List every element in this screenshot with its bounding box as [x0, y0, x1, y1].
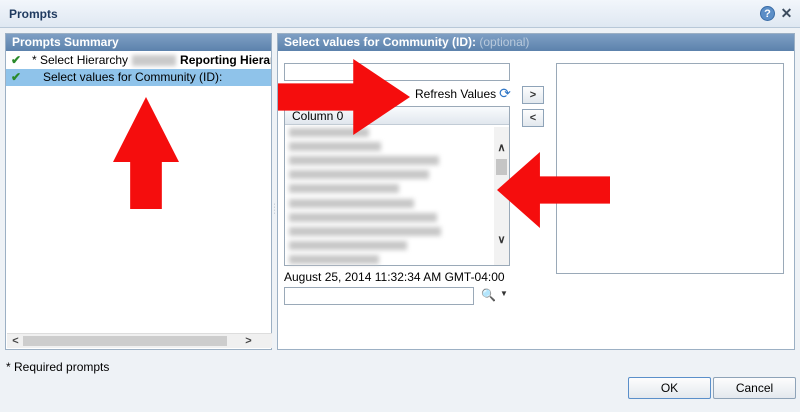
list-item[interactable] — [289, 168, 477, 182]
list-item[interactable] — [289, 210, 477, 224]
title-bar: Prompts ? ✕ — [0, 0, 800, 28]
selected-values-list[interactable] — [556, 63, 784, 274]
list-item[interactable] — [289, 196, 477, 210]
chevron-down-icon[interactable]: ▼ — [500, 289, 508, 298]
prompts-summary-header: Prompts Summary — [6, 34, 271, 51]
add-value-button[interactable]: > — [522, 86, 544, 104]
select-values-header: Select values for Community (ID): (optio… — [278, 34, 794, 51]
window-title: Prompts — [9, 7, 58, 21]
refresh-icon[interactable]: ⟳ — [499, 85, 511, 102]
scrollbar-thumb[interactable] — [496, 159, 507, 175]
ok-button[interactable]: OK — [628, 377, 711, 399]
dialog-body: Prompts Summary ✔ * Select Hierarchy Repo… — [0, 28, 800, 412]
list-item[interactable] — [289, 182, 477, 196]
check-icon: ✔ — [11, 70, 22, 84]
prompt-item-text: * Select Hierarchy Reporting Hierarchy — [32, 52, 271, 69]
prompt-item-hierarchy[interactable]: ✔ * Select Hierarchy Reporting Hierarchy — [6, 52, 271, 69]
select-values-title: Select values for Community (ID): — [284, 35, 477, 49]
list-item[interactable] — [289, 125, 477, 139]
scrollbar-thumb[interactable] — [23, 336, 227, 346]
check-icon: ✔ — [11, 53, 22, 67]
binoculars-icon[interactable]: 🔍 — [481, 288, 496, 302]
refresh-timestamp: August 25, 2014 11:32:34 AM GMT-04:00 — [284, 270, 505, 284]
refresh-values-label: Refresh Values — [415, 87, 497, 101]
search-input[interactable] — [284, 287, 474, 305]
prompt-item-community[interactable]: ✔ Select values for Community (ID): — [6, 69, 271, 86]
prompt-item-label: * Select Hierarchy — [32, 53, 129, 67]
close-icon[interactable]: ✕ — [779, 6, 794, 21]
redacted-text — [132, 55, 177, 67]
scroll-left-icon[interactable]: < — [8, 334, 23, 349]
scroll-down-icon[interactable]: ∨ — [494, 233, 509, 246]
list-item[interactable] — [289, 239, 477, 253]
list-item[interactable] — [289, 139, 477, 153]
list-item[interactable] — [289, 224, 477, 238]
scroll-right-icon[interactable]: > — [241, 334, 256, 349]
optional-label: (optional) — [479, 35, 530, 49]
question-icon[interactable]: ? — [760, 6, 775, 21]
filter-input[interactable] — [284, 63, 510, 81]
prompt-item-label: Select values for Community (ID): — [43, 70, 223, 84]
required-prompts-note: * Required prompts — [6, 360, 110, 374]
scroll-up-icon[interactable]: ∧ — [494, 141, 509, 154]
available-values-list[interactable]: Column 0 ∧ ∨ — [284, 106, 510, 266]
cancel-button[interactable]: Cancel — [713, 377, 796, 399]
list-item[interactable] — [289, 153, 477, 167]
remove-value-button[interactable]: < — [522, 109, 544, 127]
prompt-item-value: Reporting Hierarchy — [180, 53, 271, 67]
refresh-values-link[interactable]: Refresh Values ⟳ — [415, 85, 511, 102]
horizontal-scrollbar[interactable]: < > — [7, 333, 272, 348]
list-item[interactable] — [289, 253, 477, 267]
